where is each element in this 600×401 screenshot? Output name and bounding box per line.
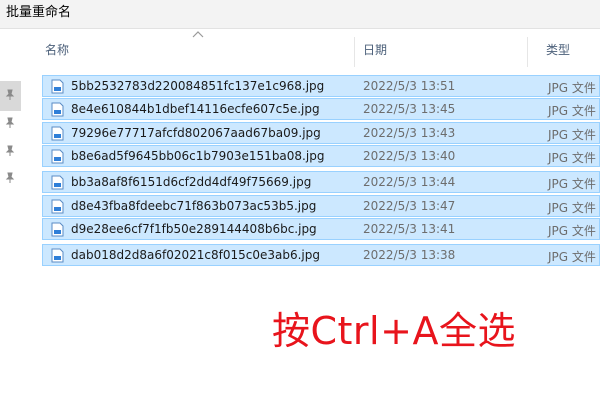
file-row[interactable]: 79296e77717afcfd802067aad67ba09.jpg 2022… <box>42 122 600 144</box>
window-title: 批量重命名 <box>6 5 72 20</box>
file-row[interactable]: b8e6ad5f9645bb06c1b7903e151ba08.jpg 2022… <box>42 145 600 167</box>
file-name: 8e4e610844b1dbef14116ecfe607c5e.jpg <box>71 102 320 116</box>
file-name: 79296e77717afcfd802067aad67ba09.jpg <box>71 126 321 140</box>
column-header-type[interactable]: 类型 <box>546 41 570 58</box>
file-date: 2022/5/3 13:51 <box>363 79 456 93</box>
file-date: 2022/5/3 13:41 <box>363 222 456 236</box>
column-header-row: 名称 日期 类型 <box>23 29 600 69</box>
file-type: JPG 文件 <box>548 81 596 95</box>
image-file-icon <box>51 149 64 164</box>
image-file-icon <box>51 222 64 237</box>
pin-icon[interactable] <box>4 172 16 184</box>
file-type: JPG 文件 <box>548 250 596 264</box>
file-name: 5bb2532783d220084851fc137e1c968.jpg <box>71 79 325 93</box>
image-file-icon <box>51 102 64 117</box>
file-type: JPG 文件 <box>548 128 596 142</box>
file-name: bb3a8af8f6151d6cf2dd4df49f75669.jpg <box>71 175 312 189</box>
pin-icon[interactable] <box>4 89 16 101</box>
column-divider[interactable] <box>527 37 528 67</box>
image-file-icon <box>51 175 64 190</box>
file-date: 2022/5/3 13:40 <box>363 149 456 163</box>
file-row[interactable]: bb3a8af8f6151d6cf2dd4df49f75669.jpg 2022… <box>42 171 600 193</box>
annotation-text: 按Ctrl+A全选 <box>272 309 516 353</box>
navigation-pane <box>0 29 23 401</box>
window-title-bar: 批量重命名 <box>0 0 600 29</box>
file-row[interactable]: d8e43fba8fdeebc71f863b073ac53b5.jpg 2022… <box>42 195 600 217</box>
file-date: 2022/5/3 13:38 <box>363 248 456 262</box>
file-type: JPG 文件 <box>548 201 596 215</box>
file-date: 2022/5/3 13:47 <box>363 199 456 213</box>
file-type: JPG 文件 <box>548 224 596 238</box>
image-file-icon <box>51 126 64 141</box>
file-name: dab018d2d8a6f02021c8f015c0e3ab6.jpg <box>71 248 320 262</box>
file-type: JPG 文件 <box>548 104 596 118</box>
file-type: JPG 文件 <box>548 151 596 165</box>
image-file-icon <box>51 199 64 214</box>
file-date: 2022/5/3 13:43 <box>363 126 456 140</box>
file-date: 2022/5/3 13:44 <box>363 175 456 189</box>
file-type: JPG 文件 <box>548 177 596 191</box>
sort-ascending-icon <box>192 31 204 38</box>
pin-icon[interactable] <box>4 145 16 157</box>
file-row[interactable]: 5bb2532783d220084851fc137e1c968.jpg 2022… <box>42 75 600 97</box>
file-row[interactable]: dab018d2d8a6f02021c8f015c0e3ab6.jpg 2022… <box>42 244 600 266</box>
file-row[interactable]: 8e4e610844b1dbef14116ecfe607c5e.jpg 2022… <box>42 98 600 120</box>
file-name: d8e43fba8fdeebc71f863b073ac53b5.jpg <box>71 199 317 213</box>
column-divider[interactable] <box>354 37 355 67</box>
image-file-icon <box>51 79 64 94</box>
file-name: b8e6ad5f9645bb06c1b7903e151ba08.jpg <box>71 149 325 163</box>
file-date: 2022/5/3 13:45 <box>363 102 456 116</box>
image-file-icon <box>51 248 64 263</box>
file-name: d9e28ee6cf7f1fb50e289144408b6bc.jpg <box>71 222 317 236</box>
column-header-name[interactable]: 名称 <box>45 41 69 58</box>
pin-icon[interactable] <box>4 117 16 129</box>
column-header-date[interactable]: 日期 <box>363 41 387 58</box>
file-row[interactable]: d9e28ee6cf7f1fb50e289144408b6bc.jpg 2022… <box>42 218 600 240</box>
